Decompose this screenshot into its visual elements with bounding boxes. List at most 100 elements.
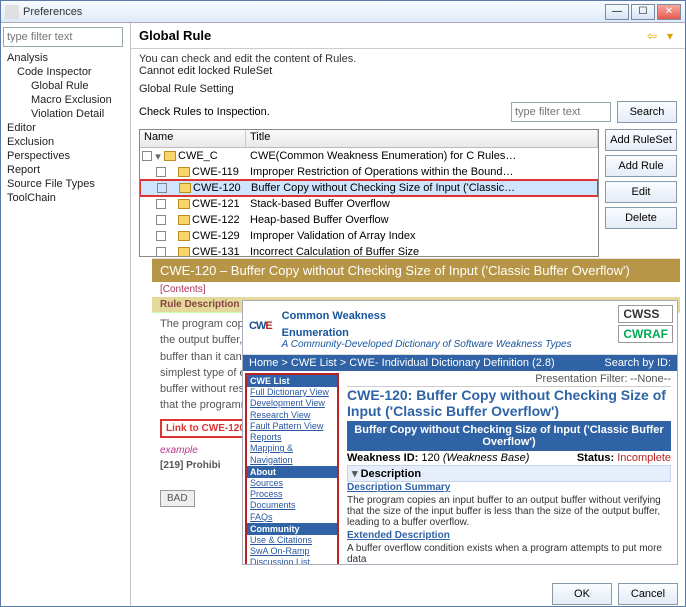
row-title: CWE(Common Weakness Enumeration) for C R… (246, 150, 598, 162)
tree-source-file-types[interactable]: Source File Types (3, 177, 128, 191)
rule-filter-input[interactable] (511, 102, 611, 122)
side-res-view[interactable]: Research View (247, 410, 337, 421)
nav-fwd-icon[interactable]: ▾ (663, 29, 677, 43)
folder-icon (178, 167, 190, 177)
description-text: You can check and edit the content of Ru… (131, 49, 685, 81)
desc-summary-head: Description Summary (347, 482, 671, 493)
row-name: CWE-129 (192, 230, 240, 242)
side-disc-list[interactable]: Discussion List (247, 557, 337, 565)
table-row[interactable]: CWE-129 Improper Validation of Array Inde… (140, 228, 598, 244)
ext-desc-head: Extended Description (347, 530, 671, 541)
folder-icon (179, 183, 191, 193)
nav-back-icon[interactable]: ⇦ (645, 29, 659, 43)
folder-icon (178, 199, 190, 209)
brand-title: Common WeaknessEnumeration (282, 305, 671, 339)
tree-exclusion[interactable]: Exclusion (3, 135, 128, 149)
tree-report[interactable]: Report (3, 163, 128, 177)
table-row[interactable]: CWE-121 Stack-based Buffer Overflow (140, 196, 598, 212)
row-checkbox[interactable] (156, 199, 166, 209)
side-process[interactable]: Process (247, 489, 337, 500)
side-reports[interactable]: Reports (247, 432, 337, 443)
row-title: Incorrect Calculation of Buffer Size (246, 246, 598, 256)
col-name[interactable]: Name (140, 130, 246, 147)
side-head-community: Community (247, 523, 337, 535)
tree-toggle-icon[interactable]: ▾ (154, 150, 162, 163)
preferences-sidebar: Analysis Code Inspector Global Rule Macr… (1, 23, 131, 606)
side-dev-view[interactable]: Development View (247, 398, 337, 409)
tree-editor[interactable]: Editor (3, 121, 128, 135)
side-sources[interactable]: Sources (247, 478, 337, 489)
cwe-entry-band: Buffer Copy without Checking Size of Inp… (347, 421, 671, 451)
row-checkbox[interactable] (157, 183, 167, 193)
search-button[interactable]: Search (617, 101, 677, 123)
app-icon (5, 5, 19, 19)
group-label: Global Rule Setting (131, 81, 685, 97)
tree-violation-detail[interactable]: Violation Detail (3, 107, 128, 121)
side-head-cwe-list: CWE List (247, 375, 337, 387)
row-checkbox[interactable] (156, 231, 166, 241)
row-name: CWE-121 (192, 198, 240, 210)
row-title: Heap-based Buffer Overflow (246, 214, 598, 226)
cwss-badge[interactable]: CWSS (618, 305, 673, 323)
ok-button[interactable]: OK (552, 583, 612, 605)
side-full-dict[interactable]: Full Dictionary View (247, 387, 337, 398)
table-row[interactable]: CWE-131Incorrect Calculation of Buffer S… (140, 244, 598, 256)
cwe-side-nav: CWE List Full Dictionary View Developmen… (245, 373, 339, 565)
table-row[interactable]: CWE-120 Buffer Copy without Checking Size… (140, 180, 598, 196)
row-title: Improper Validation of Array Index (246, 230, 598, 242)
table-row[interactable]: CWE-119Improper Restriction of Operation… (140, 164, 598, 180)
window-title: Preferences (23, 6, 605, 18)
side-swa[interactable]: SwA On-Ramp (247, 546, 337, 557)
section-description[interactable]: Description (347, 465, 671, 482)
check-rules-label: Check Rules to Inspection. (139, 106, 505, 118)
col-title[interactable]: Title (246, 130, 598, 147)
edit-button[interactable]: Edit (605, 181, 677, 203)
side-fault-view[interactable]: Fault Pattern View (247, 421, 337, 432)
side-faqs[interactable]: FAQs (247, 512, 337, 523)
side-documents[interactable]: Documents (247, 500, 337, 511)
row-checkbox[interactable] (156, 247, 166, 256)
window-titlebar: Preferences — ☐ ✕ (1, 1, 685, 23)
tree-global-rule[interactable]: Global Rule (31, 80, 88, 92)
desc-summary-text: The program copies an input buffer to an… (347, 493, 671, 530)
close-button[interactable]: ✕ (657, 4, 681, 20)
minimize-button[interactable]: — (605, 4, 629, 20)
maximize-button[interactable]: ☐ (631, 4, 655, 20)
table-row[interactable]: CWE-122 Heap-based Buffer Overflow (140, 212, 598, 228)
row-name: CWE_C (178, 150, 218, 162)
folder-icon (164, 151, 176, 161)
row-name: CWE-119 (192, 166, 239, 178)
brand-tagline: A Community-Developed Dictionary of Soft… (282, 339, 671, 350)
breadcrumb: Home > CWE List > CWE- Individual Dictio… (243, 355, 677, 371)
row-name: CWE-120 (193, 182, 241, 194)
row-name: CWE-122 (192, 214, 240, 226)
cwraf-badge[interactable]: CWRAF (618, 325, 673, 343)
add-ruleset-button[interactable]: Add RuleSet (605, 129, 677, 151)
tree-macro-exclusion[interactable]: Macro Exclusion (3, 93, 128, 107)
side-use-cit[interactable]: Use & Citations (247, 535, 337, 546)
tree-analysis[interactable]: Analysis (3, 51, 128, 65)
presentation-filter[interactable]: Presentation Filter: --None-- (347, 373, 671, 387)
row-title: Stack-based Buffer Overflow (246, 198, 598, 210)
rules-table[interactable]: Name Title ▾ CWE_C CWE(Common Weakness Enu… (139, 129, 599, 257)
side-map-nav[interactable]: Mapping & Navigation (247, 443, 337, 466)
add-rule-button[interactable]: Add Rule (605, 155, 677, 177)
tree-perspectives[interactable]: Perspectives (3, 149, 128, 163)
page-title: Global Rule (139, 28, 645, 43)
row-checkbox[interactable] (156, 215, 166, 225)
weakness-id: Weakness ID: 120 (Weakness Base) (347, 452, 529, 464)
tree-toolchain[interactable]: ToolChain (3, 191, 128, 205)
row-checkbox[interactable] (142, 151, 152, 161)
row-title: Buffer Copy without Checking Size of Inp… (247, 182, 597, 194)
folder-icon (178, 231, 190, 241)
tree-filter-input[interactable] (3, 27, 123, 47)
cancel-button[interactable]: Cancel (618, 583, 678, 605)
tree-code-inspector[interactable]: Code Inspector (3, 65, 128, 79)
table-row[interactable]: ▾ CWE_C CWE(Common Weakness Enumeration) f… (140, 148, 598, 164)
ext-desc-text: A buffer overflow condition exists when … (347, 541, 671, 565)
weakness-status: Status: Incomplete (577, 452, 671, 464)
delete-button[interactable]: Delete (605, 207, 677, 229)
cwe-doc-contents-link[interactable]: [Contents] (152, 282, 680, 297)
row-checkbox[interactable] (156, 167, 166, 177)
folder-icon (178, 215, 190, 225)
